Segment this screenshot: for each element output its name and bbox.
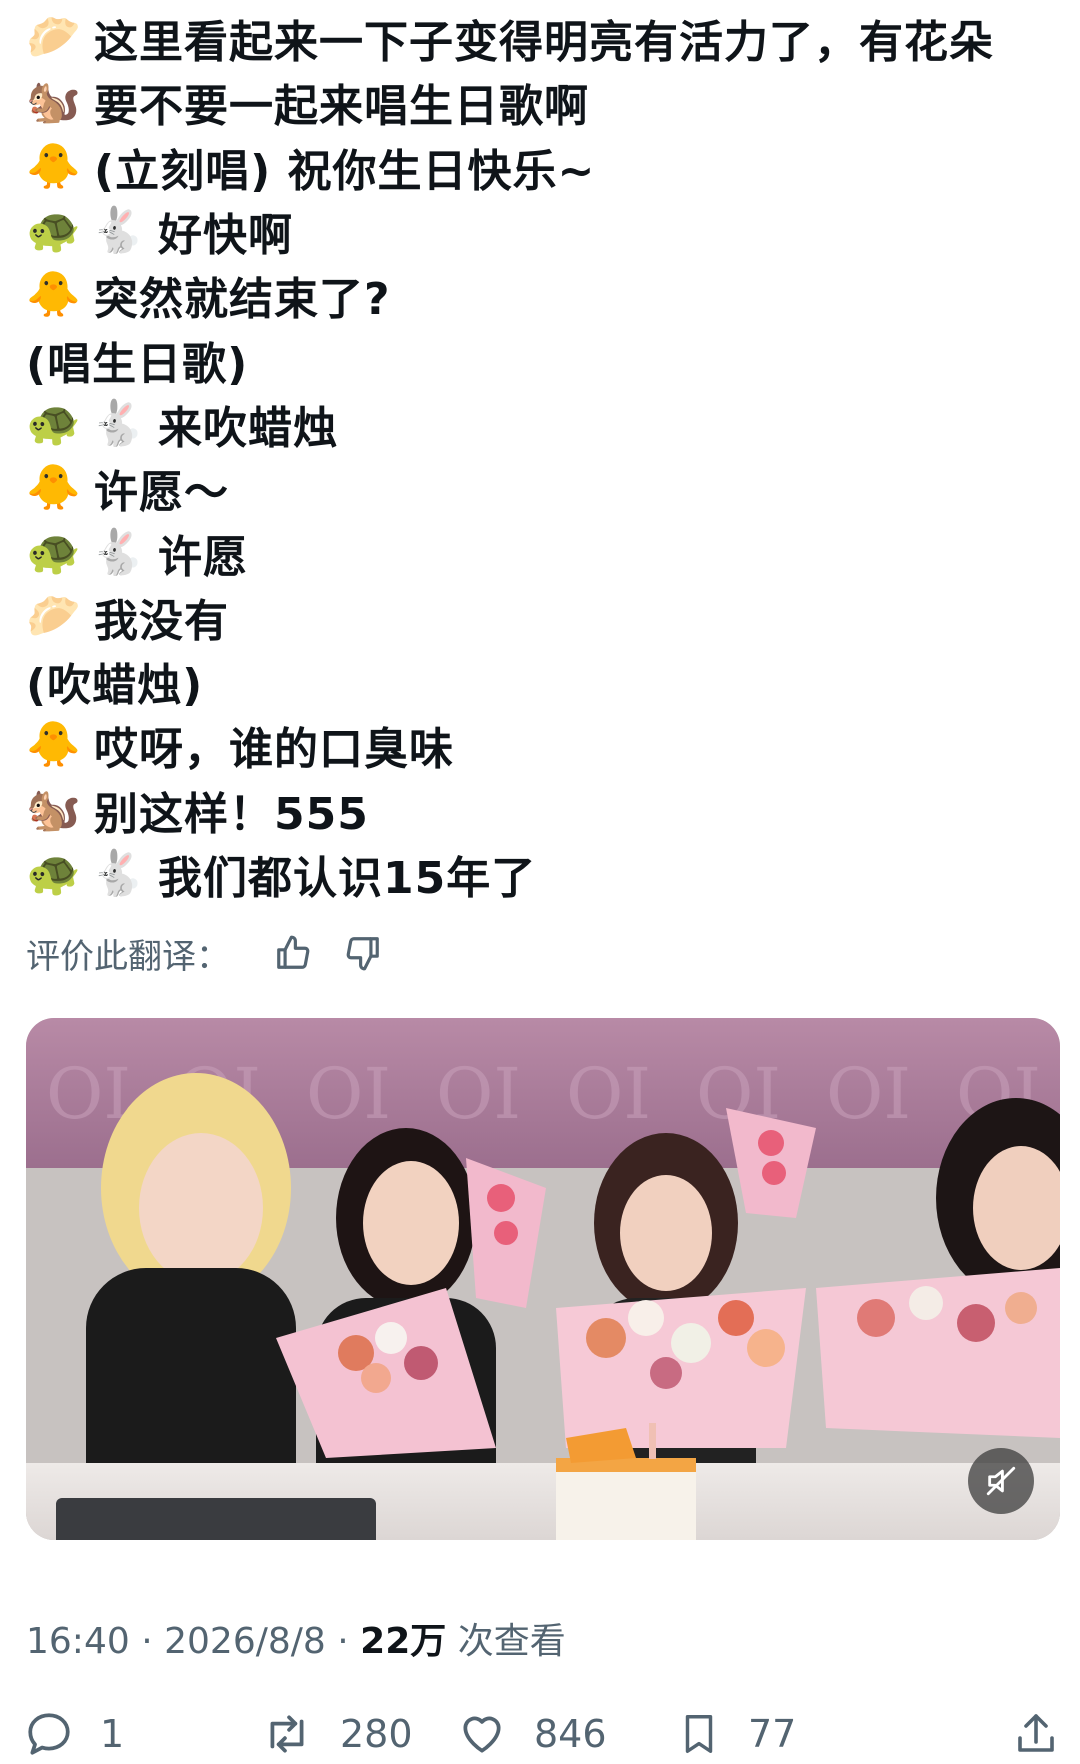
speaker-emoji-icon: 🐥 (26, 140, 82, 192)
tweet-line: 🐥 许愿～ (26, 456, 1066, 520)
retweet-icon (270, 1715, 304, 1753)
svg-text:OI: OI (566, 1053, 651, 1135)
reply-button[interactable]: 1 (24, 1709, 124, 1759)
speaker-emoji-icon: 🐇 (90, 205, 146, 257)
views-label: 次查看 (457, 1621, 566, 1662)
svg-text:OI: OI (306, 1053, 391, 1135)
views-count: 22万 (360, 1621, 447, 1662)
tweet-line: 🐢 🐇 好快啊 (26, 199, 1066, 263)
tweet-line-text: 我没有 (94, 595, 229, 647)
speaker-emoji-icon: 🐥 (26, 269, 82, 321)
tweet-line-text: (吹蜡烛) (26, 660, 204, 712)
speaker-emoji-icon: 🐿️ (26, 76, 82, 128)
speaker-icons: 🐢 🐇 (26, 203, 146, 259)
tweet-line-text: 来吹蜡烛 (158, 402, 338, 454)
tweet-date[interactable]: 2026/8/8 (164, 1621, 326, 1662)
speaker-icons: 🐥 (26, 139, 82, 195)
speaker-emoji-icon: 🐇 (90, 848, 146, 899)
speaker-emoji-icon: 🐥 (26, 462, 82, 514)
bookmark-icon (685, 1715, 713, 1753)
speaker-emoji-icon: 🐇 (90, 526, 146, 578)
tweet-meta: 16:40 · 2026/8/8 · 22万 次查看 (26, 1612, 566, 1664)
tweet-line: 🐥 哎呀，谁的口臭味 (26, 713, 1066, 777)
tweet-line-text: 许愿～ (94, 467, 229, 519)
meta-separator: · (337, 1621, 349, 1662)
tweet-line: (唱生日歌) (26, 327, 1066, 391)
heart-icon (463, 1716, 501, 1753)
rate-translation-label: 评价此翻译： (26, 936, 230, 977)
tweet-line-text: 好快啊 (158, 210, 293, 262)
speaker-icons: 🐢 🐇 (26, 846, 146, 902)
video-frame: OIOIOI OIOIOI OIOI (26, 1018, 1060, 1540)
tweet-text: 🥟 这里看起来一下子变得明亮有活力了，有花朵 🐿️ 要不要一起来唱生日歌啊 🐥 (立刻唱)… (26, 6, 1066, 906)
bookmark-button[interactable]: 77 (676, 1709, 796, 1759)
speaker-icons: 🐿️ (26, 74, 82, 130)
tweet-line-text: (唱生日歌) (26, 338, 249, 390)
share-icon (1018, 1714, 1054, 1752)
speaker-emoji-icon: 🐥 (26, 719, 82, 771)
speaker-icons: 🐢 🐇 (26, 525, 146, 581)
tweet-line-text: 别这样！555 (94, 788, 369, 840)
tweet-line-text: 这里看起来一下子变得明亮有活力了，有花朵 (94, 17, 994, 69)
reply-icon (28, 1713, 70, 1755)
tweet-line: 🐿️ 要不要一起来唱生日歌啊 (26, 70, 1066, 134)
meta-separator: · (141, 1621, 153, 1662)
speaker-emoji-icon: 🐢 (26, 397, 82, 449)
tweet-line: 🐥 突然就结束了? (26, 263, 1066, 327)
tweet-line: (吹蜡烛) (26, 649, 1066, 713)
tweet-line-text: 哎呀，谁的口臭味 (94, 724, 454, 776)
tweet-line: 🐢 🐇 我们都认识15年了 (26, 842, 1066, 906)
speaker-icons: 🥟 (26, 10, 82, 66)
speaker-muted-icon[interactable] (968, 1448, 1034, 1514)
speaker-emoji-icon: 🐿️ (26, 783, 82, 835)
tweet-time[interactable]: 16:40 (26, 1621, 130, 1662)
speaker-icons: 🐢 🐇 (26, 396, 146, 452)
like-button[interactable]: 846 (456, 1709, 607, 1759)
tweet-line: 🐢 🐇 许愿 (26, 520, 1066, 584)
tweet-line: 🐢 🐇 来吹蜡烛 (26, 392, 1066, 456)
speaker-emoji-icon: 🥟 (26, 590, 82, 642)
retweet-button[interactable]: 280 (260, 1709, 413, 1759)
tweet-line: 🥟 这里看起来一下子变得明亮有活力了，有花朵 (26, 6, 1066, 70)
thumbs-down-icon[interactable] (340, 930, 386, 976)
speaker-icons: 🐥 (26, 460, 82, 516)
speaker-emoji-icon: 🐢 (26, 526, 82, 578)
retweet-count: 280 (340, 1712, 413, 1756)
tweet-line: 🐥 (立刻唱) 祝你生日快乐~ (26, 135, 1066, 199)
tweet-line-text: 突然就结束了? (94, 274, 391, 326)
speaker-emoji-icon: 🐢 (26, 205, 82, 257)
action-bar: 1 280 846 77 (24, 1704, 1064, 1764)
speaker-emoji-icon: 🥟 (26, 12, 82, 64)
video-player[interactable]: OIOIOI OIOIOI OIOI (26, 1018, 1060, 1540)
speaker-icons: 🐿️ (26, 782, 82, 838)
speaker-icons: 🐥 (26, 717, 82, 773)
tweet-line-text: 我们都认识15年了 (158, 853, 537, 904)
tweet-line-text: 许愿 (158, 531, 248, 583)
speaker-emoji-icon: 🐢 (26, 848, 82, 899)
tweet-line-text: (立刻唱) 祝你生日快乐~ (94, 145, 596, 197)
bookmark-count: 77 (748, 1712, 797, 1756)
reply-count: 1 (100, 1712, 125, 1756)
speaker-icons: 🐥 (26, 267, 82, 323)
rate-translation-row: 评价此翻译： (26, 928, 386, 978)
tweet-line: 🐿️ 别这样！555 (26, 778, 1066, 842)
share-button[interactable] (1012, 1709, 1080, 1759)
thumbs-up-icon[interactable] (270, 930, 316, 976)
speaker-emoji-icon: 🐇 (90, 397, 146, 449)
svg-text:OI: OI (826, 1053, 911, 1135)
tweet-line-text: 要不要一起来唱生日歌啊 (94, 81, 589, 133)
speaker-icons: 🥟 (26, 589, 82, 645)
like-count: 846 (534, 1712, 607, 1756)
svg-text:OI: OI (436, 1053, 521, 1135)
tweet-line: 🥟 我没有 (26, 585, 1066, 649)
